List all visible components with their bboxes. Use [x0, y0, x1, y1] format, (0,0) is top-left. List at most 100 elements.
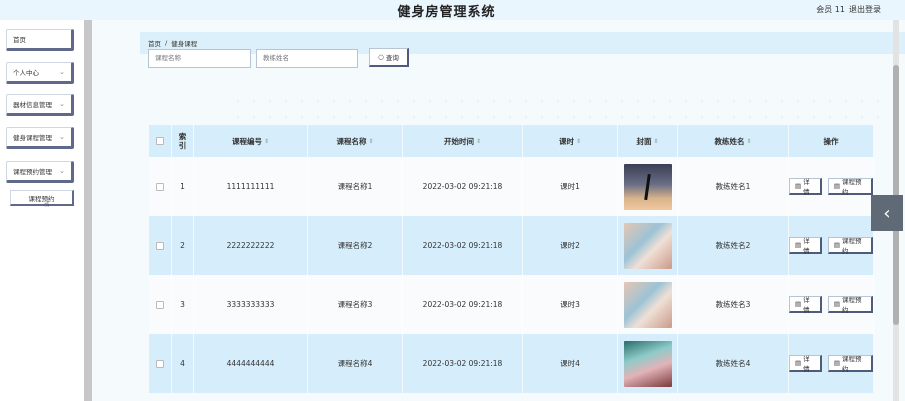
search-button[interactable]: ○ 查询 [369, 48, 409, 67]
header-label: 封面 [636, 136, 652, 146]
chevron-down-icon: ⌄ [59, 68, 65, 76]
row-actions: ▤ 详情 ▤ 课程预约 [789, 275, 874, 334]
sidebar-item-label: 健身课程管理 [13, 134, 52, 142]
chevron-down-icon: ⌄ [59, 100, 65, 108]
reserve-button[interactable]: ▤ 课程预约 [827, 178, 873, 196]
search-button-label: 查询 [385, 54, 399, 62]
header-index-line1: 索 [178, 132, 187, 141]
spin-class-photo [623, 340, 672, 387]
table-row: 1 1111111111 课程名称1 2022-03-02 09:21:18 课… [149, 157, 874, 216]
row-select[interactable] [149, 157, 172, 216]
table-row: 3 3333333333 课程名称3 2022-03-02 09:21:18 课… [149, 275, 874, 334]
row-cover [618, 157, 678, 216]
row-hours: 课时2 [523, 216, 618, 275]
reserve-button[interactable]: ▤ 课程预约 [827, 237, 873, 255]
header-label: 开始时间 [443, 136, 474, 146]
checkbox[interactable] [156, 182, 164, 191]
sidebar-item-label: 个人中心 [13, 69, 39, 77]
checkbox[interactable] [156, 241, 164, 250]
breadcrumb: 首页 / 健身课程 [140, 32, 905, 54]
sidebar-subitem-label: 课程预约 [28, 194, 55, 203]
checkbox[interactable] [156, 137, 164, 145]
sidebar-divider [84, 20, 92, 401]
sidebar-item-home[interactable]: 首页 [6, 29, 74, 51]
header-cover[interactable]: 封面 ⇕ [618, 125, 678, 157]
sort-icon: ⇕ [653, 137, 659, 145]
checkbox[interactable] [156, 300, 164, 309]
detail-button[interactable]: ▤ 详情 [789, 178, 822, 196]
logout-link[interactable]: 退出登录 [849, 4, 881, 15]
sidebar-item-courses[interactable]: 健身课程管理 ⌄ [6, 127, 74, 149]
row-course-no: 4444444444 [194, 334, 308, 393]
header-actions: 操作 [789, 125, 874, 157]
header-index-line2: 引 [178, 141, 187, 150]
row-start-time: 2022-03-02 09:21:18 [403, 216, 523, 275]
detail-button[interactable]: ▤ 详情 [789, 355, 822, 373]
sidebar-item-label: 课程预约管理 [13, 168, 52, 176]
reserve-button[interactable]: ▤ 课程预约 [827, 296, 873, 314]
table-row: 4 4444444444 课程名称4 2022-03-02 09:21:18 课… [149, 334, 874, 393]
header-course-name[interactable]: 课程名称 ⇕ [308, 125, 403, 157]
detail-button[interactable]: ▤ 详情 [789, 237, 822, 255]
sidebar-item-personal-center[interactable]: 个人中心 ⌄ [6, 62, 74, 84]
header-label: 教练姓名 [714, 136, 745, 146]
row-actions: ▤ 详情 ▤ 课程预约 [789, 157, 874, 216]
document-icon: ▤ [833, 359, 841, 367]
row-select[interactable] [149, 334, 172, 393]
breadcrumb-current: 健身课程 [171, 40, 198, 48]
row-course-no: 2222222222 [194, 216, 308, 275]
row-select[interactable] [149, 275, 172, 334]
detail-button-label: 详情 [803, 237, 810, 255]
row-course-no: 3333333333 [194, 275, 308, 334]
mouse-cursor-icon: ☝ [44, 200, 50, 210]
sort-icon: ⇕ [746, 137, 752, 145]
sort-icon: ⇕ [368, 137, 374, 145]
detail-button[interactable]: ▤ 详情 [789, 296, 822, 314]
row-coach: 教练姓名4 [678, 334, 789, 393]
sidebar-item-equipment[interactable]: 器材信息管理 ⌄ [6, 94, 74, 116]
coach-name-input[interactable] [256, 49, 358, 68]
document-icon: ▤ [795, 241, 802, 249]
row-index: 2 [172, 216, 194, 275]
detail-button-label: 详情 [803, 296, 810, 314]
row-select[interactable] [149, 216, 172, 275]
reserve-button-label: 课程预约 [842, 237, 862, 255]
gym-class-photo [623, 222, 672, 269]
reserve-button-label: 课程预约 [842, 296, 862, 314]
document-icon: ▤ [833, 300, 841, 308]
reserve-button[interactable]: ▤ 课程预约 [827, 355, 873, 373]
detail-button-label: 详情 [803, 178, 810, 196]
breadcrumb-home[interactable]: 首页 [148, 38, 161, 48]
course-name-input[interactable] [148, 49, 251, 68]
sort-icon: ⇕ [475, 137, 482, 145]
yoga-photo [623, 163, 672, 210]
sort-icon: ⇕ [263, 137, 270, 145]
checkbox[interactable] [156, 359, 164, 368]
sidebar-subitem-course-reservation[interactable]: 课程预约 [10, 190, 74, 206]
row-actions: ▤ 详情 ▤ 课程预约 [789, 334, 874, 393]
row-hours: 课时3 [523, 275, 618, 334]
row-index: 4 [172, 334, 194, 393]
header-select-all[interactable] [149, 125, 172, 157]
header-coach[interactable]: 教练姓名 ⇕ [678, 125, 789, 157]
header-label: 课时 [558, 136, 574, 146]
chevron-left-icon[interactable]: ‹ [871, 195, 903, 231]
header-course-no[interactable]: 课程编号 ⇕ [194, 125, 308, 157]
row-course-name: 课程名称3 [308, 275, 403, 334]
row-index: 1 [172, 157, 194, 216]
sidebar-item-reservations[interactable]: 课程预约管理 ⌄ [6, 161, 74, 183]
current-user: 会员 11 [816, 5, 845, 14]
row-cover [618, 275, 678, 334]
table-row: 2 2222222222 课程名称2 2022-03-02 09:21:18 课… [149, 216, 874, 275]
decorative-pattern [233, 96, 883, 122]
sort-icon: ⇕ [575, 137, 582, 145]
reserve-button-label: 课程预约 [842, 178, 862, 196]
table-header-row: 索 引 课程编号 ⇕ 课程名称 ⇕ 开始时间 ⇕ 课时 ⇕ 封面 ⇕ 教练姓名 ⇕ 操作 [149, 125, 874, 157]
reserve-button-label: 课程预约 [842, 355, 862, 373]
row-coach: 教练姓名2 [678, 216, 789, 275]
document-icon: ▤ [833, 241, 841, 249]
header-hours[interactable]: 课时 ⇕ [523, 125, 618, 157]
row-coach: 教练姓名3 [678, 275, 789, 334]
row-hours: 课时4 [523, 334, 618, 393]
header-start-time[interactable]: 开始时间 ⇕ [403, 125, 523, 157]
